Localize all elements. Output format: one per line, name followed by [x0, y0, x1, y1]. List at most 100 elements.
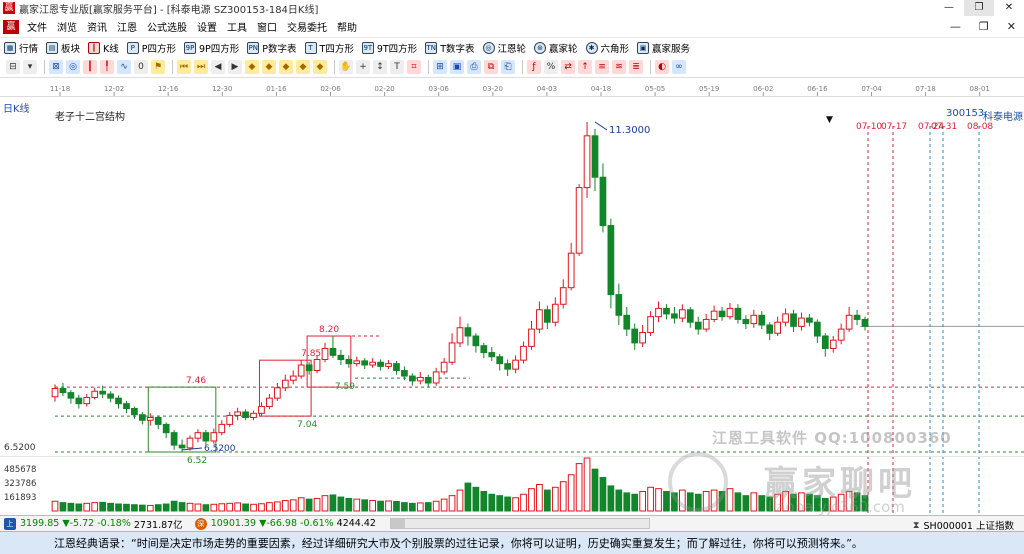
gann2-icon[interactable]: ≣: [629, 60, 643, 74]
volume-bar: [599, 477, 607, 512]
save-icon[interactable]: ▣: [450, 60, 464, 74]
volume-bar: [504, 496, 512, 512]
volume-bar: [67, 502, 75, 512]
print-icon[interactable]: ⎙: [467, 60, 481, 74]
candle-body: [59, 387, 67, 394]
tool-p-table[interactable]: PN P数字表: [247, 41, 297, 55]
zoom-out-icon[interactable]: ◆: [296, 60, 310, 74]
menu-tools[interactable]: 工具: [223, 19, 253, 34]
date-axis-line: [0, 96, 1024, 97]
menu-settings[interactable]: 设置: [193, 19, 223, 34]
flag-icon[interactable]: ⚑: [151, 60, 165, 74]
menu-window[interactable]: 窗口: [253, 19, 283, 34]
menu-browse[interactable]: 浏览: [53, 19, 83, 34]
mdi-close-button[interactable]: ✕: [1007, 20, 1016, 33]
cross-chart-icon[interactable]: ⊠: [49, 60, 63, 74]
cross-icon[interactable]: +: [356, 60, 370, 74]
menu-file[interactable]: 文件: [23, 19, 53, 34]
candle-body: [234, 411, 242, 416]
layout-icon[interactable]: ⊟: [6, 60, 20, 74]
menu-gann[interactable]: 江恩: [113, 19, 143, 34]
tool-9p-square-label: 9P四方形: [199, 43, 240, 55]
percent-icon[interactable]: %: [544, 60, 558, 74]
last-icon[interactable]: ⏭: [194, 60, 208, 74]
kline-chart[interactable]: 11-18 12-02 12-16 12-30 01-16 02-06 02-20 03-06…: [0, 78, 1024, 516]
pie-icon[interactable]: ◐: [655, 60, 669, 74]
menu-news[interactable]: 资讯: [83, 19, 113, 34]
fit-icon[interactable]: ◆: [313, 60, 327, 74]
mdi-minimize-button[interactable]: —: [950, 20, 961, 33]
cursor-icon[interactable]: ↕: [373, 60, 387, 74]
volume-bar: [361, 499, 369, 512]
tool-p-square[interactable]: P P四方形: [126, 41, 176, 55]
target-icon[interactable]: ◎: [66, 60, 80, 74]
volume-bar: [313, 497, 321, 512]
up-icon[interactable]: ◆: [245, 60, 259, 74]
tool-t-table[interactable]: TN T数字表: [425, 41, 475, 55]
copy-icon[interactable]: ⧉: [484, 60, 498, 74]
volume-bar: [83, 502, 91, 512]
menu-formula[interactable]: 公式选股: [143, 19, 193, 34]
gann-fan-icon[interactable]: ⌗: [407, 60, 421, 74]
volume-bar: [273, 501, 281, 512]
right-icon[interactable]: ▶: [228, 60, 242, 74]
minimize-button[interactable]: —: [934, 0, 964, 16]
candle-icon[interactable]: ┃: [83, 60, 97, 74]
tool-quote[interactable]: ▦ 行情: [4, 41, 38, 55]
ticker-scrollbar[interactable]: [389, 518, 650, 529]
first-icon[interactable]: ⏮: [177, 60, 191, 74]
mdi-restore-button[interactable]: ❐: [979, 20, 989, 33]
up-arrow-icon[interactable]: ↑: [578, 60, 592, 74]
left-icon[interactable]: ◀: [211, 60, 225, 74]
menu-logo-icon[interactable]: 赢: [3, 19, 19, 34]
sh-index-change: ▼-5.72: [62, 518, 95, 529]
candle-body: [766, 324, 774, 334]
value-icon[interactable]: 0: [134, 60, 148, 74]
mdi-controls: — ❐ ✕: [950, 20, 1016, 33]
restore-button[interactable]: ❐: [964, 0, 994, 16]
calc-icon[interactable]: ⊞: [433, 60, 447, 74]
paste-icon[interactable]: ⎗: [501, 60, 515, 74]
stock-code: 300153: [946, 108, 985, 119]
bar-icon[interactable]: ╿: [100, 60, 114, 74]
close-button[interactable]: ✕: [994, 0, 1024, 16]
menu-help[interactable]: 帮助: [333, 19, 363, 34]
gann-icon[interactable]: ≋: [612, 60, 626, 74]
tool-blocks[interactable]: ▤ 板块: [46, 41, 80, 55]
indicator-dropdown[interactable]: ▼: [826, 115, 833, 125]
future-date-label: 07-17: [881, 122, 907, 132]
menu-trade[interactable]: 交易委托: [283, 19, 333, 34]
price-label-low: 6.5200: [204, 444, 236, 454]
tool-kline[interactable]: ┃ K线: [88, 41, 119, 55]
volume-bar: [305, 498, 313, 512]
infinity-icon[interactable]: ∞: [672, 60, 686, 74]
toolbar-separator: [44, 60, 45, 74]
volume-bar: [559, 481, 567, 512]
tool-winner-wheel[interactable]: ⊛ 赢家轮: [534, 41, 578, 55]
indicator-icon[interactable]: ƒ: [527, 60, 541, 74]
dropdown-icon[interactable]: ▾: [23, 60, 37, 74]
candle-body: [488, 352, 496, 358]
current-index-info[interactable]: ⧗ SH000001 上证指数: [913, 518, 1014, 533]
tool-9p-square[interactable]: 9P 9P四方形: [184, 41, 239, 55]
candle-body: [774, 321, 782, 334]
tool-hexagon[interactable]: ✱ 六角形: [585, 41, 629, 55]
hand-icon[interactable]: ✋: [339, 60, 353, 74]
zoom-in-icon[interactable]: ◆: [279, 60, 293, 74]
volume-bar: [59, 502, 67, 512]
line-icon[interactable]: ∿: [117, 60, 131, 74]
tool-gann-wheel[interactable]: ◎ 江恩轮: [482, 41, 526, 55]
compare-icon[interactable]: ⇄: [561, 60, 575, 74]
sz-index-segment[interactable]: 深 10901.39 ▼-66.98 -0.61% 4244.42: [191, 517, 376, 530]
lines-icon[interactable]: ≡: [595, 60, 609, 74]
down-icon[interactable]: ◆: [262, 60, 276, 74]
text-icon[interactable]: T: [390, 60, 404, 74]
volume-bar: [353, 498, 361, 512]
sh-index-segment[interactable]: 上 3199.85 ▼-5.72 -0.18% 2731.87亿: [0, 517, 183, 531]
date-tick-label: 06-02: [753, 85, 773, 93]
price-labels: 11.3000 8.20 7.85 7.59 7.46 7.04 6.5200 6.52 6.5…: [4, 121, 650, 466]
tool-9t-square[interactable]: 9T 9T四方形: [361, 41, 417, 55]
tool-service[interactable]: ▣ 赢家服务: [637, 41, 690, 55]
tool-t-square[interactable]: T T四方形: [304, 41, 354, 55]
ticker-scroll-thumb[interactable]: [390, 519, 405, 528]
